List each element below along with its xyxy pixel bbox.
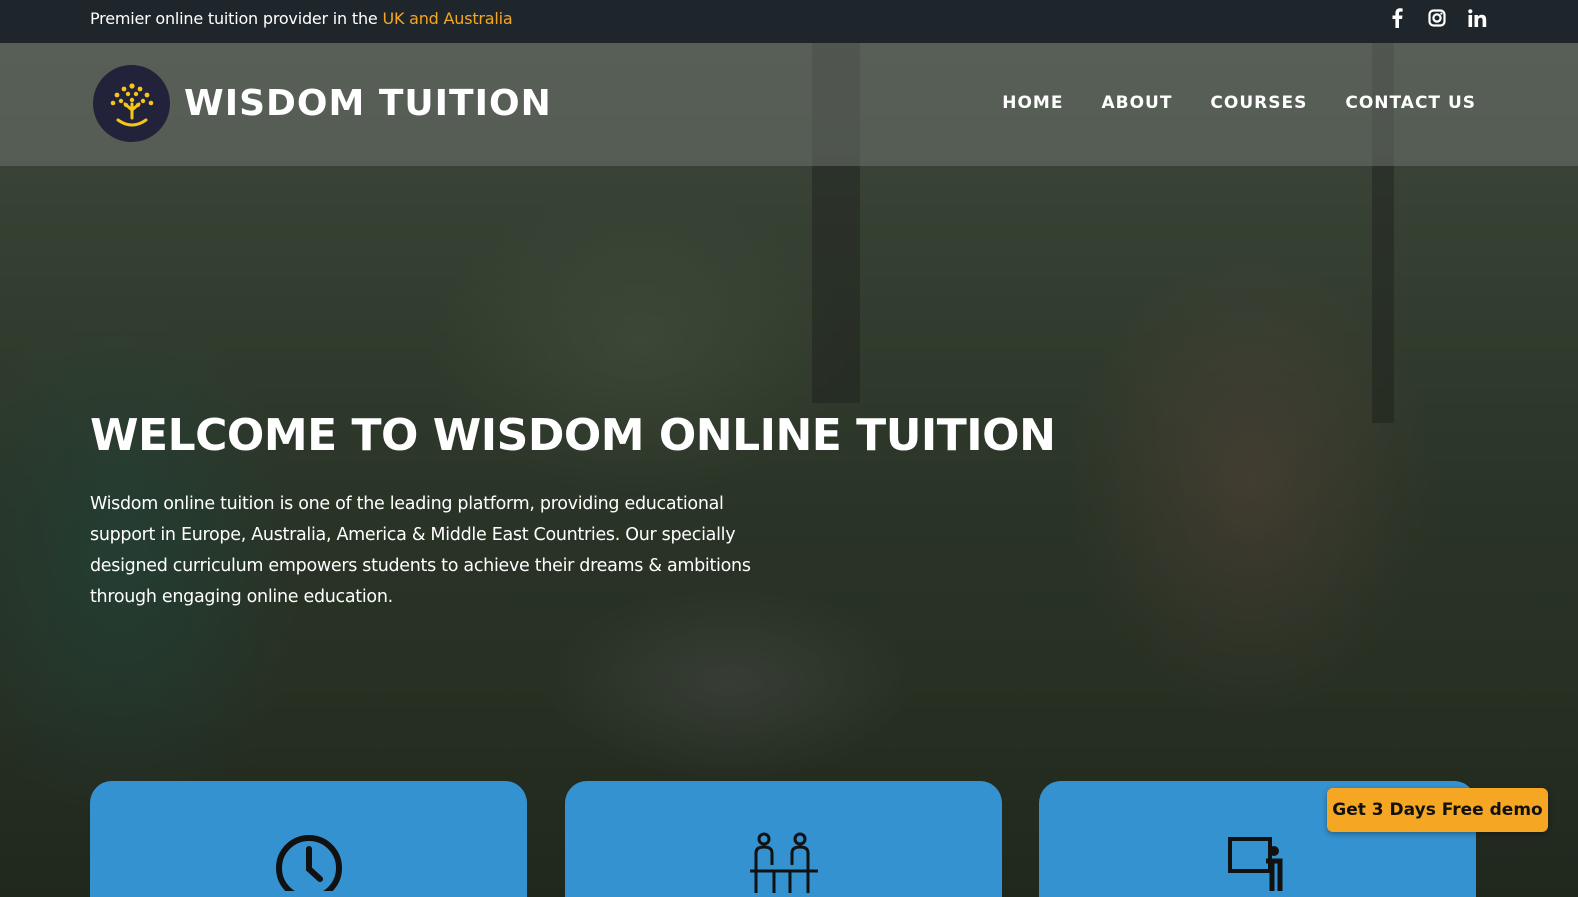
students-desk-icon [744,831,824,897]
free-demo-button[interactable]: Get 3 Days Free demo [1327,788,1548,832]
hero-description: Wisdom online tuition is one of the lead… [90,494,751,607]
hero-title: WELCOME TO WISDOM ONLINE TUITION [90,410,1056,461]
site-header: WISDOM TUITION HOME ABOUT COURSES CONTAC… [0,43,1578,166]
nav-courses[interactable]: COURSES [1210,93,1307,113]
tagline-highlight: UK and Australia [382,9,513,28]
linkedin-icon[interactable] [1466,7,1488,29]
nav-contact-us[interactable]: CONTACT US [1345,93,1476,113]
hero-overlay [0,43,1578,897]
facebook-icon[interactable] [1386,7,1408,29]
hero-section: WISDOM TUITION HOME ABOUT COURSES CONTAC… [0,43,1578,897]
nav-about[interactable]: ABOUT [1101,93,1172,113]
main-nav: HOME ABOUT COURSES CONTACT US [1002,93,1476,113]
feature-card-2[interactable] [565,781,1002,897]
instagram-icon[interactable] [1426,7,1448,29]
clock-icon [274,831,344,897]
feature-card-1[interactable] [90,781,527,897]
teacher-board-icon [1226,831,1290,895]
nav-home[interactable]: HOME [1002,93,1063,113]
top-bar: Premier online tuition provider in the U… [0,0,1578,43]
brand-name[interactable]: WISDOM TUITION [184,83,552,124]
tagline-text: Premier online tuition provider in the [90,9,383,28]
tagline: Premier online tuition provider in the U… [90,9,513,28]
social-links [1386,6,1488,30]
logo-icon[interactable] [93,65,170,142]
